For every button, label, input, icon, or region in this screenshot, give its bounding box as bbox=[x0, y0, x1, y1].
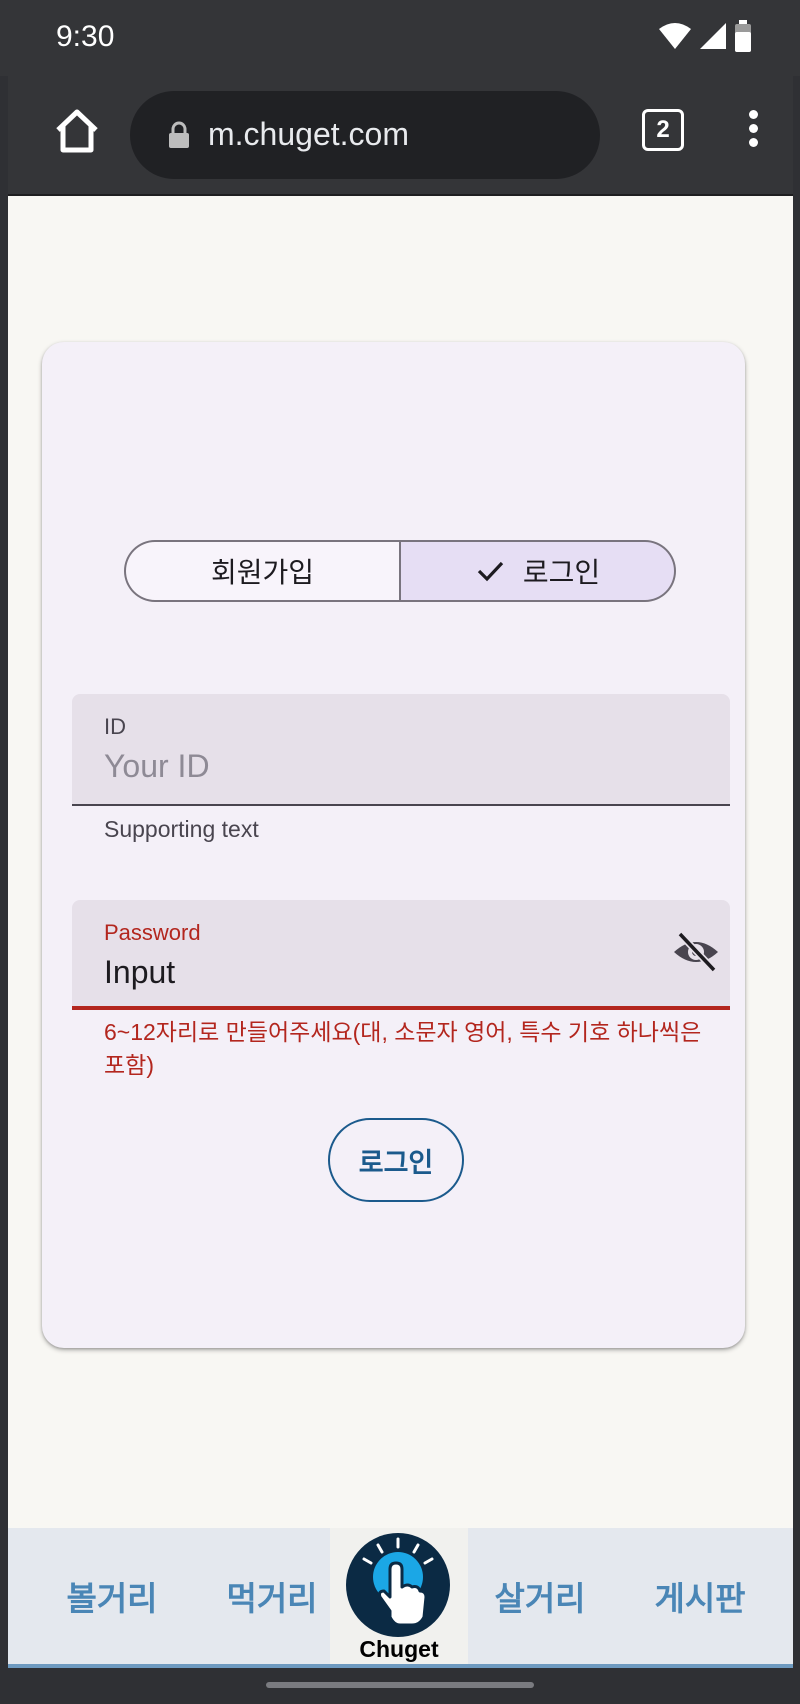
id-field-label: ID bbox=[104, 714, 126, 739]
nav-item-board[interactable]: 게시판 bbox=[620, 1528, 780, 1664]
id-input[interactable] bbox=[104, 744, 664, 788]
check-icon bbox=[477, 561, 504, 582]
chuget-logo-button[interactable]: Chuget bbox=[330, 1528, 468, 1668]
home-icon bbox=[56, 109, 98, 153]
menu-dot-icon bbox=[748, 138, 758, 147]
more-menu-button[interactable] bbox=[746, 106, 760, 156]
lock-icon bbox=[169, 121, 189, 148]
status-icons bbox=[658, 20, 752, 52]
battery-icon bbox=[735, 20, 751, 52]
address-bar[interactable]: m.chuget.com bbox=[130, 91, 600, 179]
id-field: ID bbox=[72, 694, 730, 806]
chuget-logo-text: Chuget bbox=[359, 1636, 439, 1662]
status-bar: 9:30 bbox=[0, 0, 800, 76]
chuget-logo bbox=[346, 1533, 450, 1637]
url-text: m.chuget.com bbox=[208, 116, 409, 152]
toggle-password-visibility-button[interactable] bbox=[672, 930, 720, 974]
segment-login-label: 로그인 bbox=[522, 557, 601, 588]
id-supporting-text: Supporting text bbox=[104, 816, 259, 842]
password-error-text: 6~12자리로 만들어주세요(대, 소문자 영어, 특수 기호 하나씩은 포함) bbox=[104, 1019, 702, 1078]
cellular-signal-icon bbox=[700, 23, 726, 49]
nav-item-sights[interactable]: 볼거리 bbox=[32, 1528, 192, 1664]
nav-item-food[interactable]: 먹거리 bbox=[192, 1528, 352, 1664]
segment-signup[interactable]: 회원가입 bbox=[124, 540, 400, 602]
visibility-off-icon bbox=[674, 931, 718, 973]
password-field: Password bbox=[72, 900, 730, 1010]
tap-hand-icon bbox=[362, 1537, 434, 1627]
menu-dot-icon bbox=[748, 110, 758, 119]
login-card: 회원가입 로그인 ID Supporting text Password bbox=[42, 342, 745, 1348]
segment-signup-label: 회원가입 bbox=[210, 557, 315, 588]
menu-dot-icon bbox=[748, 124, 758, 133]
bottom-navigation: 볼거리 먹거리 Chuget 살거리 게시판 bbox=[8, 1528, 793, 1668]
segment-login[interactable]: 로그인 bbox=[400, 540, 676, 602]
gesture-navigation-bar bbox=[0, 1668, 800, 1704]
auth-mode-segmented-button: 회원가입 로그인 bbox=[124, 540, 676, 602]
nav-item-shopping[interactable]: 살거리 bbox=[460, 1528, 620, 1664]
browser-toolbar: m.chuget.com 2 bbox=[8, 76, 793, 196]
home-button[interactable] bbox=[52, 106, 102, 156]
login-button[interactable]: 로그인 bbox=[328, 1118, 464, 1202]
password-field-label: Password bbox=[104, 920, 201, 945]
page-content: 회원가입 로그인 ID Supporting text Password bbox=[8, 196, 793, 1528]
tab-switcher-button[interactable]: 2 bbox=[642, 109, 684, 151]
password-input[interactable] bbox=[104, 950, 664, 994]
wifi-icon bbox=[659, 23, 691, 49]
gesture-handle[interactable] bbox=[266, 1682, 534, 1688]
status-time: 9:30 bbox=[56, 20, 115, 53]
